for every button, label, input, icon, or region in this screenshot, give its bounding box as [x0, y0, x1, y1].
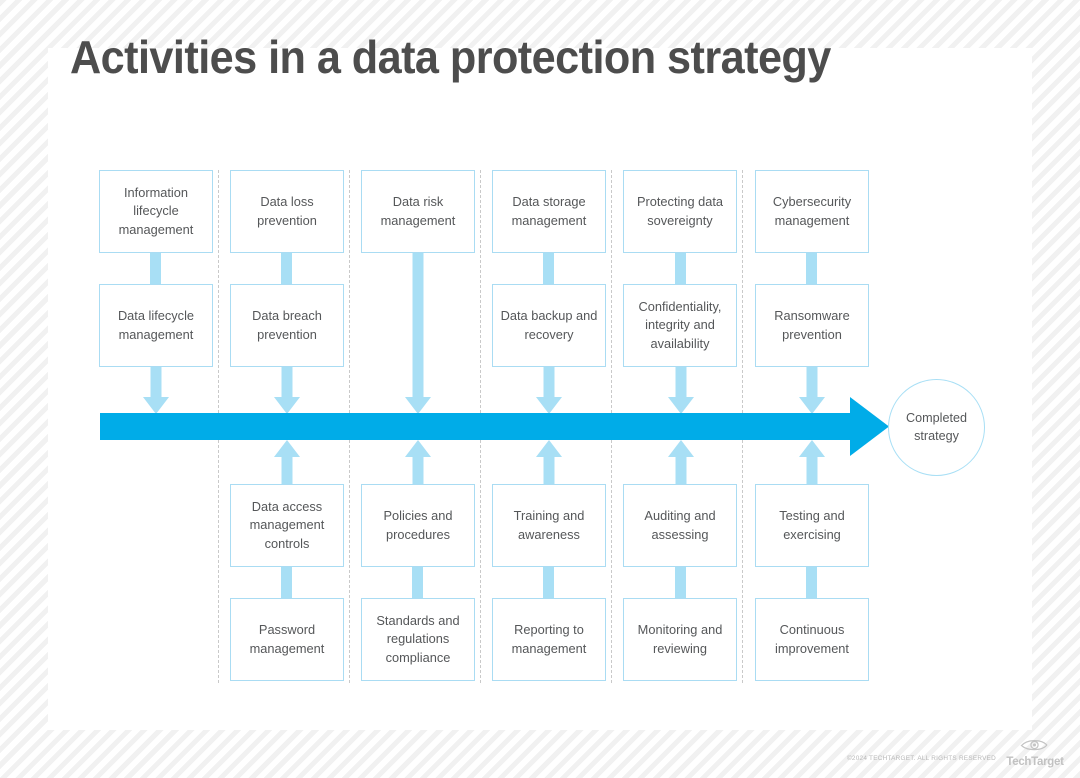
slide-card: [48, 48, 1032, 730]
copyright-notice: ©2024 TECHTARGET. ALL RIGHTS RESERVED: [846, 755, 996, 762]
eye-icon: [1004, 738, 1066, 752]
techtarget-logo: TechTarget: [1004, 738, 1066, 770]
page-title: Activities in a data protection strategy: [70, 31, 831, 83]
techtarget-wordmark: TechTarget: [1006, 756, 1064, 768]
